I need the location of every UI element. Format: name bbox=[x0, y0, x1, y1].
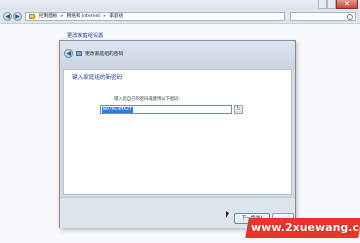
breadcrumb-separator: ▸ bbox=[60, 14, 64, 19]
back-arrow-icon[interactable]: ◀ bbox=[64, 49, 73, 58]
password-instruction: 键入您自己的密码或使用以下密码： bbox=[114, 97, 183, 102]
password-value: wo7RC6HX2Y bbox=[102, 107, 133, 113]
breadcrumb-separator: ▸ bbox=[103, 14, 106, 19]
maximize-button[interactable] bbox=[327, 0, 336, 9]
forward-arrow-icon[interactable]: ▶ bbox=[13, 12, 22, 21]
watermark-text: www.2xuewang.com bbox=[251, 221, 360, 234]
breadcrumb-item-control-panel[interactable]: 控制面板 bbox=[39, 14, 57, 19]
dialog-header: ◀ 更改家庭组的密码 bbox=[60, 41, 295, 68]
address-bar: ◀ ▶ 控制面板 ▸ 网络和 Internet ▸ 家庭组 bbox=[0, 10, 360, 24]
breadcrumb-item-homegroup[interactable]: 家庭组 bbox=[109, 14, 123, 19]
breadcrumb-item-network[interactable]: 网络和 Internet bbox=[67, 14, 100, 19]
dialog-body: 键入家庭组的新密码 键入您自己的密码或使用以下密码： wo7RC6HX2Y ↻ bbox=[63, 69, 292, 195]
folder-icon bbox=[29, 14, 35, 19]
minimize-button[interactable] bbox=[318, 0, 327, 9]
close-button[interactable]: ✕ bbox=[336, 0, 358, 9]
refresh-icon[interactable]: ↻ bbox=[234, 105, 243, 114]
dialog-title: 更改家庭组的密码 bbox=[85, 52, 124, 57]
network-icon bbox=[76, 51, 82, 56]
search-icon bbox=[347, 14, 353, 20]
search-input[interactable] bbox=[290, 12, 356, 21]
window-titlebar: ✕ bbox=[0, 0, 360, 10]
password-field[interactable]: wo7RC6HX2Y bbox=[100, 105, 232, 114]
page-title: 更改家庭组设置 bbox=[67, 33, 104, 39]
change-password-dialog: ◀ 更改家庭组的密码 键入家庭组的新密码 键入您自己的密码或使用以下密码： wo… bbox=[59, 40, 296, 228]
mouse-cursor-icon bbox=[226, 211, 229, 218]
dialog-heading: 键入家庭组的新密码 bbox=[72, 75, 123, 81]
back-arrow-icon[interactable]: ◀ bbox=[3, 12, 12, 21]
breadcrumb[interactable]: 控制面板 ▸ 网络和 Internet ▸ 家庭组 bbox=[25, 12, 285, 21]
